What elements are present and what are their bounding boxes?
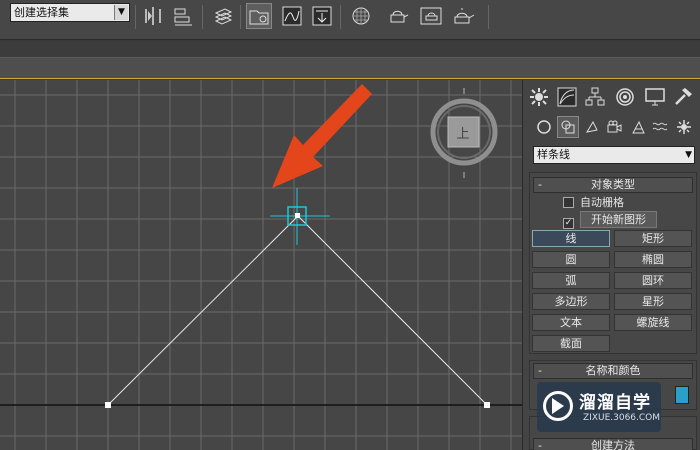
viewcube-face-label: 上	[456, 127, 469, 142]
line-button[interactable]: 线	[532, 230, 610, 247]
viewport-canvas[interactable]: 上	[0, 80, 522, 450]
render-icon[interactable]	[450, 3, 476, 29]
motion-tab-icon[interactable]	[613, 84, 637, 110]
collapse-icon[interactable]: -	[538, 439, 542, 450]
collapse-icon[interactable]: -	[538, 364, 542, 378]
toolbar-separator	[488, 5, 489, 29]
watermark-logo: 溜溜自学 ZIXUE.3066.COM	[537, 382, 661, 432]
geometry-icon[interactable]	[533, 116, 555, 138]
align-icon[interactable]	[170, 3, 196, 29]
mirror-icon[interactable]	[140, 3, 166, 29]
donut-button[interactable]: 圆环	[614, 272, 692, 289]
create-subcategory-bar	[531, 116, 699, 138]
start-new-shape-checkbox[interactable]: ✓	[563, 218, 574, 229]
hierarchy-tab-icon[interactable]	[583, 84, 607, 110]
main-toolbar: 创建选择集 ▼	[0, 0, 700, 40]
shapes-icon[interactable]	[557, 116, 579, 138]
snap-cursor-icon	[270, 188, 330, 245]
app-window: { "toolbar": { "selection_set_value": "创…	[0, 0, 700, 450]
curve-editor-icon[interactable]	[279, 3, 305, 29]
helpers-icon[interactable]	[627, 116, 649, 138]
utilities-tab-icon[interactable]	[671, 84, 695, 110]
space-warps-icon[interactable]	[649, 116, 671, 138]
category-dropdown[interactable]: 样条线 ▼	[533, 146, 695, 164]
chevron-down-icon[interactable]: ▼	[685, 147, 692, 163]
section-button[interactable]: 截面	[532, 335, 610, 352]
rectangle-button[interactable]: 矩形	[614, 230, 692, 247]
command-panel-tabs	[527, 84, 699, 110]
auto-grid-row[interactable]: 自动栅格	[563, 195, 624, 210]
star-button[interactable]: 星形	[614, 293, 692, 310]
toolbar-gap	[0, 41, 700, 57]
ngon-button[interactable]: 多边形	[532, 293, 610, 310]
watermark-title: 溜溜自学	[579, 393, 651, 413]
category-value: 样条线	[537, 148, 570, 161]
creation-method-header[interactable]: - 创建方法	[533, 438, 693, 450]
toolbar-separator	[202, 5, 203, 29]
toolbar-separator	[340, 5, 341, 29]
arc-button[interactable]: 弧	[532, 272, 610, 289]
play-triangle-icon	[552, 398, 564, 414]
toolbar-separator	[240, 5, 241, 29]
object-type-header[interactable]: - 对象类型	[533, 177, 693, 193]
start-new-shape-button[interactable]: 开始新图形	[580, 211, 657, 228]
collapse-icon[interactable]: -	[538, 178, 542, 192]
helix-button[interactable]: 螺旋线	[614, 314, 692, 331]
ribbon-bar	[0, 57, 700, 79]
auto-grid-label: 自动栅格	[580, 196, 624, 209]
modify-tab-icon[interactable]	[555, 84, 579, 110]
rendered-frame-icon[interactable]	[418, 3, 444, 29]
start-new-shape-row[interactable]: ✓ 开始新图形	[563, 211, 657, 229]
object-type-title: 对象类型	[591, 178, 635, 191]
toolbar-separator	[135, 5, 136, 29]
selection-set-dropdown[interactable]: 创建选择集 ▼	[10, 3, 130, 22]
object-color-swatch[interactable]	[675, 386, 689, 404]
chevron-down-icon[interactable]: ▼	[114, 5, 128, 20]
viewport-perspective[interactable]: 上	[0, 80, 522, 450]
layer-manager-icon[interactable]	[210, 3, 236, 29]
create-tab-icon[interactable]	[527, 84, 551, 110]
scene-explorer-icon[interactable]	[246, 3, 272, 29]
systems-icon[interactable]	[673, 116, 695, 138]
spline-vertex[interactable]	[484, 402, 490, 408]
name-color-title: 名称和颜色	[585, 364, 641, 377]
lights-icon[interactable]	[581, 116, 603, 138]
render-setup-icon[interactable]	[386, 3, 412, 29]
schematic-view-icon[interactable]	[309, 3, 335, 29]
name-color-header[interactable]: - 名称和颜色	[533, 363, 693, 379]
creation-method-title: 创建方法	[591, 439, 635, 450]
text-button[interactable]: 文本	[532, 314, 610, 331]
viewport-grid	[0, 80, 522, 450]
ellipse-button[interactable]: 椭圆	[614, 251, 692, 268]
viewcube-icon[interactable]: 上	[430, 88, 498, 178]
circle-button[interactable]: 圆	[532, 251, 610, 268]
auto-grid-checkbox[interactable]	[563, 197, 574, 208]
material-editor-icon[interactable]	[348, 3, 374, 29]
annotation-arrow-icon	[272, 84, 372, 188]
watermark-subtitle: ZIXUE.3066.COM	[583, 413, 661, 423]
display-tab-icon[interactable]	[643, 84, 667, 110]
spline-vertex[interactable]	[105, 402, 111, 408]
cameras-icon[interactable]	[603, 116, 625, 138]
selection-set-value: 创建选择集	[14, 6, 69, 19]
